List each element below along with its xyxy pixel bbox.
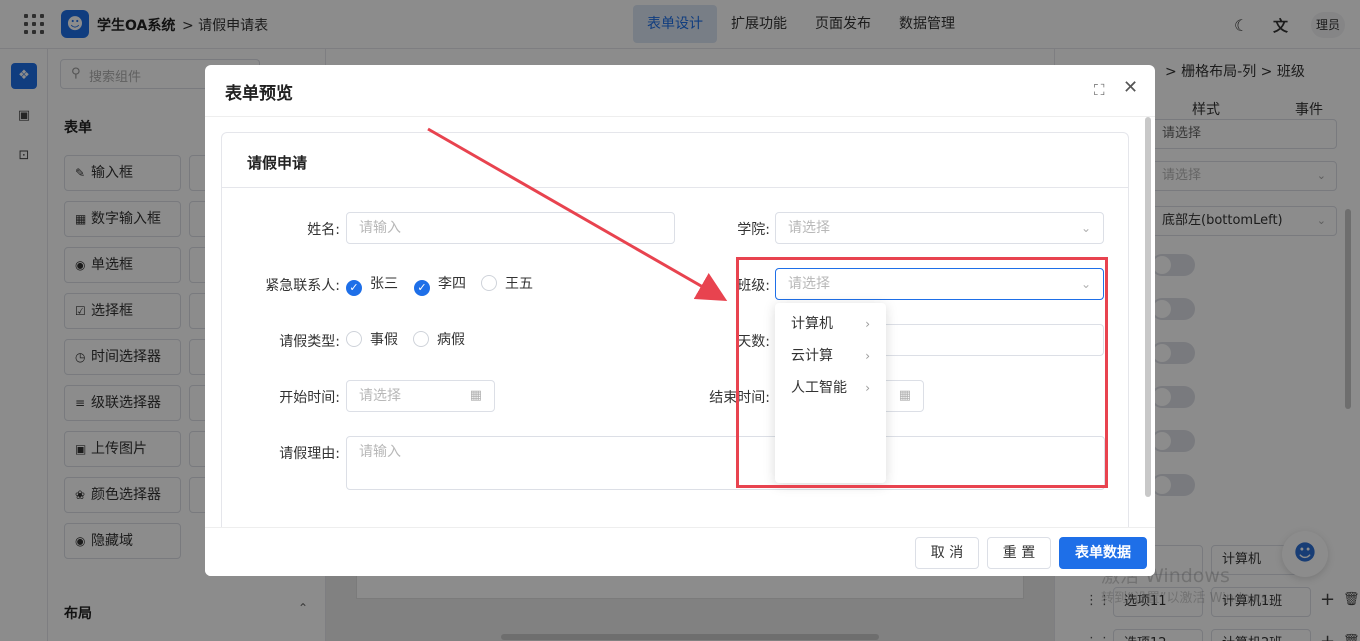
contact-label: 紧急联系人: [265,278,340,294]
radio-icon [413,331,429,347]
maximize-icon[interactable]: ⛶ [1094,81,1105,99]
close-icon[interactable]: ✕ [1123,77,1138,98]
card-title: 请假申请 [247,154,308,172]
start-time-label: 开始时间: [279,390,340,406]
calendar-icon: ▦ [469,388,482,403]
contact-name: 李四 [438,276,466,292]
start-placeholder: 请选择 [359,388,401,404]
check-icon: ✓ [346,280,362,296]
dialog-title: 表单预览 [225,84,293,104]
leave-type-label: 请假类型: [279,334,340,350]
contact-checkbox-1[interactable]: ✓ 张三 [346,275,398,296]
contact-name: 王五 [505,276,533,292]
college-select[interactable]: 请选择 ⌄ [775,212,1104,244]
name-input[interactable]: 请输入 [346,212,675,244]
college-label: 学院: [737,222,770,238]
card-header: 请假申请 [222,133,1128,188]
reason-label: 请假理由: [279,446,340,462]
leave-type-radio-2[interactable]: 病假 [413,331,465,349]
radio-label: 事假 [370,332,398,348]
check-icon: ✓ [414,280,430,296]
contact-checkbox-2[interactable]: ✓ 李四 [414,275,466,296]
contact-checkbox-3[interactable]: 王五 [481,275,533,293]
radio-label: 病假 [437,332,465,348]
chevron-down-icon: ⌄ [1080,221,1091,235]
highlight-box [736,257,1108,488]
reset-button[interactable]: 重 置 [987,537,1051,569]
leave-type-radio-1[interactable]: 事假 [346,331,398,349]
cancel-button[interactable]: 取 消 [915,537,979,569]
contact-name: 张三 [370,276,398,292]
form-data-button[interactable]: 表单数据 [1059,537,1147,569]
dialog-footer: 取 消 重 置 表单数据 [205,527,1155,576]
dialog-scrollbar[interactable] [1145,117,1151,497]
start-date-picker[interactable]: 请选择 ▦ [346,380,495,412]
college-placeholder: 请选择 [788,220,830,236]
radio-icon [346,331,362,347]
name-label: 姓名: [307,222,340,238]
checkbox-empty-icon [481,275,497,291]
